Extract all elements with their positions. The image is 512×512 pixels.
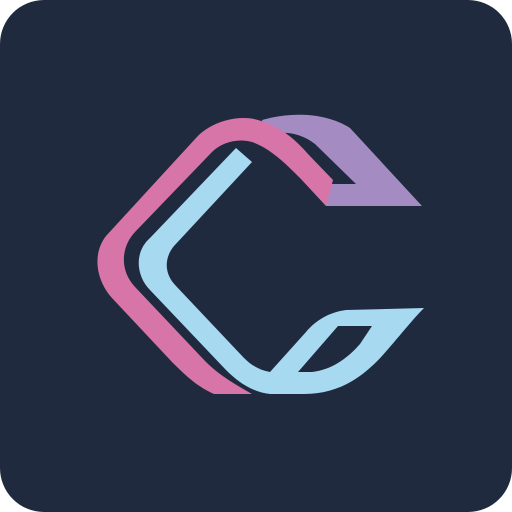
icon-background <box>0 0 512 512</box>
logo-svg <box>0 0 512 512</box>
app-icon <box>0 0 512 512</box>
